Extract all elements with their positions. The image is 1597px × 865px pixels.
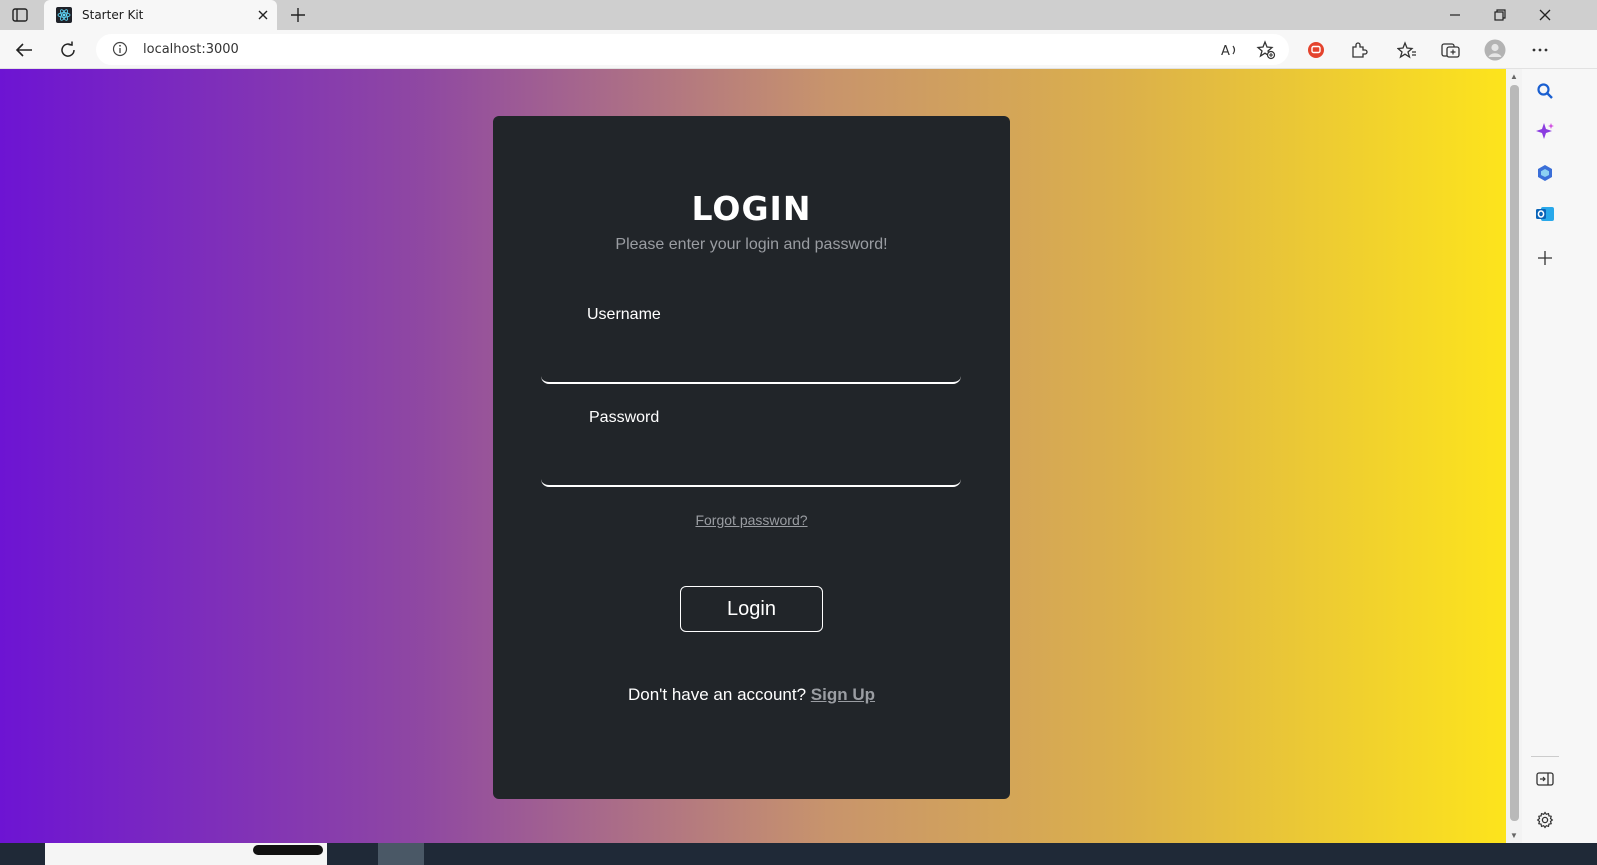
- tab-title: Starter Kit: [82, 8, 144, 22]
- outlook-icon[interactable]: [1534, 203, 1556, 225]
- page-scrollbar[interactable]: ▲ ▼: [1506, 69, 1522, 846]
- svg-text:A: A: [1221, 44, 1230, 58]
- copilot-sparkle-icon[interactable]: [1534, 121, 1556, 143]
- add-sidebar-app-icon[interactable]: [1534, 247, 1556, 269]
- favorites-icon[interactable]: [1395, 38, 1419, 62]
- page-viewport: LOGIN Please enter your login and passwo…: [0, 69, 1506, 846]
- settings-gear-icon[interactable]: [1534, 809, 1556, 831]
- login-subtitle: Please enter your login and password!: [615, 236, 888, 253]
- react-favicon-icon: [56, 7, 72, 23]
- browser-titlebar: Starter Kit: [0, 0, 1597, 30]
- signup-prompt-text: Don't have an account?: [627, 685, 807, 704]
- scroll-up-arrow-icon[interactable]: ▲: [1509, 72, 1519, 82]
- scrollbar-thumb[interactable]: [1510, 85, 1519, 821]
- extension-red-icon[interactable]: [1304, 38, 1328, 62]
- hide-sidebar-icon[interactable]: [1534, 768, 1556, 790]
- read-aloud-icon[interactable]: A: [1219, 39, 1241, 61]
- site-info-icon[interactable]: [112, 41, 128, 57]
- password-input[interactable]: [541, 443, 961, 487]
- browser-tab[interactable]: Starter Kit: [44, 0, 277, 30]
- add-favorite-icon[interactable]: [1255, 39, 1277, 61]
- extensions-puzzle-icon[interactable]: [1347, 38, 1371, 62]
- signup-link[interactable]: Sign Up: [811, 685, 875, 704]
- username-input[interactable]: [541, 340, 961, 384]
- address-bar[interactable]: localhost:3000 A: [96, 34, 1289, 65]
- signup-prompt: Don't have an account? Sign Up: [493, 685, 1010, 705]
- close-tab-icon[interactable]: [255, 7, 271, 23]
- url-text[interactable]: localhost:3000: [143, 42, 239, 57]
- collections-icon[interactable]: [1439, 38, 1463, 62]
- more-options-icon[interactable]: [1528, 38, 1552, 62]
- new-tab-icon[interactable]: [288, 5, 308, 25]
- office-hexagon-icon[interactable]: [1534, 162, 1556, 184]
- edge-sidebar: [1522, 69, 1597, 846]
- minimize-icon[interactable]: [1443, 4, 1467, 26]
- taskbar-search-pill[interactable]: [253, 845, 323, 855]
- os-taskbar: [0, 843, 1597, 865]
- refresh-icon[interactable]: [56, 38, 80, 62]
- taskbar-active-app[interactable]: [378, 843, 424, 865]
- login-card: LOGIN Please enter your login and passwo…: [493, 116, 1010, 799]
- search-icon[interactable]: [1534, 80, 1556, 102]
- sidebar-divider: [1531, 756, 1559, 757]
- password-label: Password: [589, 409, 660, 426]
- tab-actions-icon[interactable]: [10, 6, 30, 24]
- scroll-down-arrow-icon[interactable]: ▼: [1509, 831, 1519, 841]
- browser-toolbar: localhost:3000 A: [0, 30, 1597, 69]
- username-label: Username: [587, 306, 661, 323]
- close-window-icon[interactable]: [1533, 4, 1557, 26]
- back-arrow-icon[interactable]: [12, 38, 36, 62]
- profile-avatar-icon[interactable]: [1483, 38, 1507, 62]
- forgot-password-link[interactable]: Forgot password?: [493, 512, 1010, 528]
- restore-icon[interactable]: [1488, 4, 1512, 26]
- login-title: LOGIN: [691, 189, 812, 228]
- login-button[interactable]: Login: [680, 586, 823, 632]
